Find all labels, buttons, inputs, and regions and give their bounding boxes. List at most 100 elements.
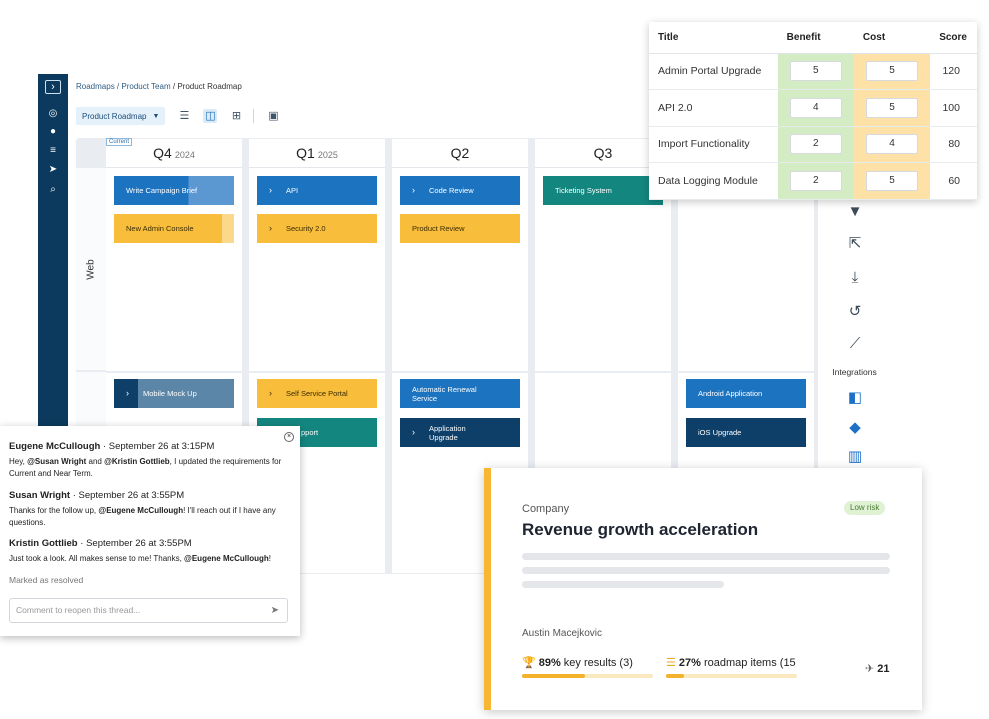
filter-icon[interactable]: ▼ (845, 202, 865, 222)
roadmap-card[interactable]: › Mobile Mock Up (114, 379, 234, 408)
breadcrumb-product-team[interactable]: Product Team (121, 82, 170, 91)
breadcrumb-roadmaps[interactable]: Roadmaps (76, 82, 115, 91)
row-score: 120 (930, 53, 977, 90)
roadmap-card[interactable]: Ticketing System (543, 176, 663, 205)
chart-icon[interactable]: ⟋ (845, 334, 865, 354)
comment-body: Just took a look. All makes sense to me!… (9, 553, 290, 565)
cost-input[interactable]: 5 (866, 61, 919, 82)
roadmap-card[interactable]: Write Campaign Brief (114, 176, 234, 205)
roadmap-card[interactable]: › Self Service Portal (257, 379, 377, 408)
quarter-label: Q3 (593, 145, 613, 161)
benefit-input[interactable]: 5 (789, 61, 842, 82)
list-icon[interactable]: ≡ (38, 145, 68, 157)
header-score: Score (930, 22, 977, 54)
cost-input[interactable]: 5 (866, 97, 919, 118)
header-benefit: Benefit (777, 22, 854, 54)
roadmap-select[interactable]: Product Roadmap ▼ (76, 107, 166, 125)
placeholder-line (522, 567, 890, 574)
grid-view-icon[interactable]: ⊞ (229, 109, 243, 123)
lane-divider (535, 371, 671, 373)
scoring-table: Title Benefit Cost Score Admin Portal Up… (649, 22, 977, 200)
comment-body: Thanks for the follow up, @Eugene McCull… (9, 505, 290, 529)
share-icon[interactable]: ⇱ (845, 234, 865, 254)
lane-divider (106, 371, 242, 373)
mention[interactable]: @Kristin Gottlieb (104, 457, 170, 466)
comment-time: September 26 at 3:15PM (108, 441, 215, 452)
launch-icon[interactable]: ➤ (38, 164, 68, 176)
row-title: Admin Portal Upgrade (649, 53, 778, 90)
cost-input[interactable]: 4 (866, 134, 919, 155)
table-row: API 2.0 4 5 100 (649, 89, 977, 127)
comment-text: ! (268, 554, 271, 563)
comment: Susan Wright · September 26 at 3:55PM Th… (9, 490, 290, 529)
card-label: Mobile Mock Up (143, 389, 197, 398)
rocket-icon: ✈ (865, 663, 875, 675)
send-icon[interactable]: ➤ (271, 599, 279, 622)
column-header: Q1 2025 (249, 139, 385, 168)
goals-icon[interactable]: ◎ (38, 108, 68, 120)
benefit-input[interactable]: 2 (789, 134, 842, 155)
benefit-input[interactable]: 4 (789, 97, 842, 118)
roadmap-items-metric: ☰ 27% roadmap items (15 (666, 656, 796, 669)
row-title: Data Logging Module (649, 162, 778, 200)
mention[interactable]: @Susan Wright (27, 457, 86, 466)
okr-title: Revenue growth acceleration (522, 520, 759, 539)
comment-text: Hey, (9, 457, 28, 466)
lane-divider (392, 371, 528, 373)
caret-down-icon: ▼ (152, 112, 160, 120)
key-results-progress (522, 674, 653, 678)
roadmap-card[interactable]: Product Review (400, 214, 520, 243)
benefit-input[interactable]: 2 (789, 170, 842, 191)
okr-card[interactable]: Company Revenue growth acceleration Low … (484, 468, 922, 710)
placeholder-line (522, 553, 890, 560)
risk-badge: Low risk (844, 501, 886, 515)
column-header: Q4 2024 (106, 139, 242, 168)
roadmap-card[interactable]: Automatic Renewal Service (400, 379, 520, 408)
cost-input[interactable]: 5 (866, 170, 919, 191)
jira-icon[interactable]: ◆ (845, 418, 865, 438)
search-icon[interactable]: ⌕ (38, 184, 68, 196)
card-label: iOS Upgrade (698, 428, 742, 437)
list-view-icon[interactable]: ☰ (177, 109, 191, 123)
roadmap-select-label: Product Roadmap (82, 111, 147, 121)
chevron-right-icon: › (412, 185, 415, 195)
row-score: 60 (930, 162, 977, 200)
roadmap-card[interactable]: › Application Upgrade (400, 418, 520, 447)
columns-view-icon[interactable]: ◫ (203, 109, 218, 123)
clipboard-icon[interactable]: ▣ (266, 109, 280, 123)
quarter-label: Q2 (450, 145, 470, 161)
card-label: New Admin Console (126, 224, 194, 233)
row-score: 80 (930, 126, 977, 163)
roadmap-card[interactable]: iOS Upgrade (686, 418, 806, 447)
list-icon: ☰ (666, 657, 676, 669)
roadmap-card[interactable]: New Admin Console (114, 214, 234, 243)
table-row: Admin Portal Upgrade 5 5 120 (649, 53, 977, 90)
chevron-right-icon: › (412, 427, 415, 437)
history-icon[interactable]: ↺ (845, 302, 865, 322)
roadmap-card[interactable]: › Code Review (400, 176, 520, 205)
comment-body: Hey, @Susan Wright and @Kristin Gottlieb… (9, 456, 290, 480)
azure-devops-icon[interactable]: ◧ (845, 388, 865, 408)
ideas-icon[interactable]: ● (38, 126, 68, 138)
card-label: Code Review (429, 186, 474, 195)
comment-input[interactable]: Comment to reopen this thread... ➤ (9, 598, 288, 623)
key-results-label: key results (3) (563, 657, 633, 669)
download-icon[interactable]: ⤓ (845, 268, 865, 288)
progress-fill (666, 674, 685, 678)
expand-sidebar-icon[interactable]: › (45, 80, 61, 94)
mention[interactable]: @Eugene McCullough (184, 554, 269, 563)
chevron-right-icon: › (269, 223, 272, 233)
comment-text: Thanks for the follow up, (9, 506, 99, 515)
roadmap-card[interactable]: › API (257, 176, 377, 205)
lane-divider (678, 371, 814, 373)
card-label: Security 2.0 (286, 224, 326, 233)
resolved-status: Marked as resolved (9, 575, 84, 585)
mention[interactable]: @Eugene McCullough (98, 506, 183, 515)
roadmap-card[interactable]: Android Application (686, 379, 806, 408)
comment: Eugene McCullough · September 26 at 3:15… (9, 441, 290, 480)
card-label: Product Review (412, 224, 465, 233)
trello-icon[interactable]: ▥ (845, 447, 865, 467)
okr-count: ✈ 21 (865, 662, 890, 675)
roadmap-card[interactable]: › Security 2.0 (257, 214, 377, 243)
trophy-icon: 🏆 (522, 657, 536, 669)
